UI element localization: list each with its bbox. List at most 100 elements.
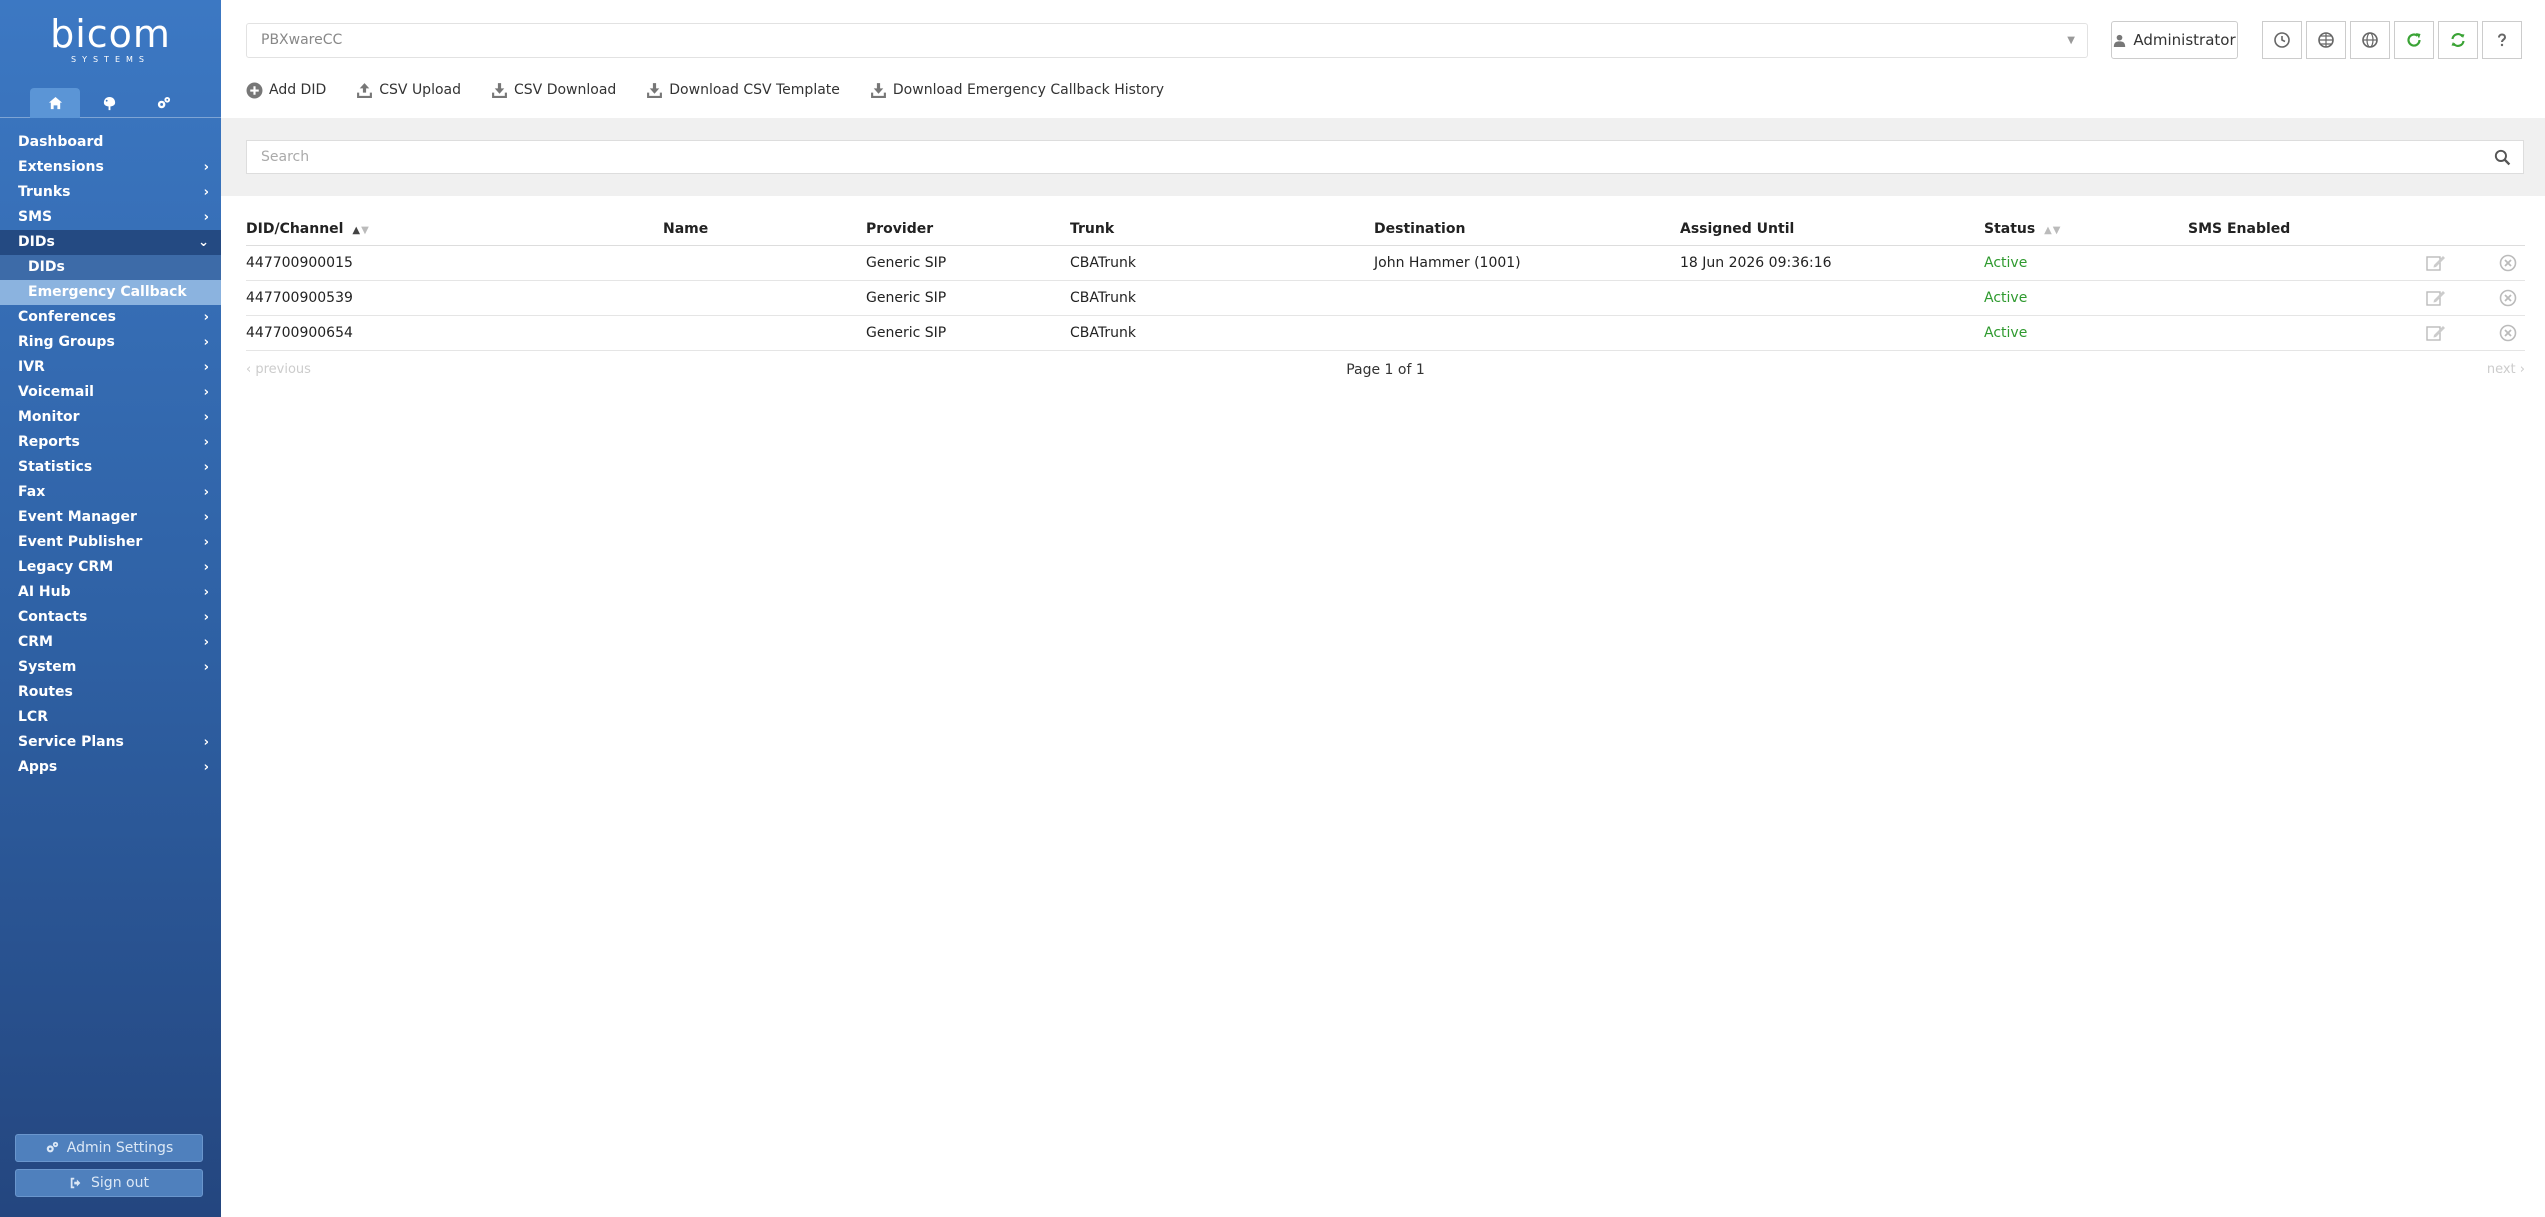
user-menu-button[interactable]: Administrator <box>2111 21 2238 59</box>
table-row[interactable]: 447700900015 Generic SIP CBATrunk John H… <box>246 246 2525 281</box>
bicom-logo[interactable]: bicom SYSTEMS <box>0 0 221 78</box>
sidebar-subitem-dids[interactable]: DIDs <box>0 255 221 280</box>
logo-text: bicom <box>50 11 171 56</box>
sidebar-item-fax[interactable]: Fax › <box>0 480 221 505</box>
chevron-right-icon: › <box>203 485 209 500</box>
sidebar-tabs <box>0 88 221 118</box>
search-icon[interactable] <box>2494 149 2511 166</box>
did-channel-header[interactable]: DID/Channel ▲▼ <box>246 221 370 237</box>
did-cell: 447700900015 <box>246 255 353 271</box>
search-input[interactable] <box>246 140 2524 174</box>
palette-icon <box>103 96 115 110</box>
sync-button[interactable] <box>2438 21 2478 59</box>
sidebar-item-system[interactable]: System › <box>0 655 221 680</box>
globe-icon <box>2362 32 2378 48</box>
admin-settings-button[interactable]: Admin Settings <box>15 1134 203 1162</box>
download-emergency-callback-history-button[interactable]: Download Emergency Callback History <box>870 82 1164 99</box>
sidebar-item-reports[interactable]: Reports › <box>0 430 221 455</box>
provider-cell: Generic SIP <box>866 255 947 271</box>
chevron-right-icon: › <box>203 460 209 475</box>
sidebar-item-crm[interactable]: CRM › <box>0 630 221 655</box>
add-did-button[interactable]: Add DID <box>246 82 326 99</box>
status-cell: Active <box>1984 255 2028 271</box>
delete-icon[interactable] <box>2499 289 2517 307</box>
chevron-right-icon: › <box>203 585 209 600</box>
sidebar-item-label: Fax <box>18 484 46 500</box>
sidebar-item-ivr[interactable]: IVR › <box>0 355 221 380</box>
pagination: ‹ previous Page 1 of 1 next › <box>246 362 2525 382</box>
sidebar-item-lcr[interactable]: LCR <box>0 705 221 730</box>
status-header[interactable]: Status ▲▼ <box>1984 221 2061 237</box>
sidebar-item-label: System <box>18 659 77 675</box>
provider-cell: Generic SIP <box>866 290 947 306</box>
sidebar-item-statistics[interactable]: Statistics › <box>0 455 221 480</box>
sort-icon[interactable]: ▲▼ <box>352 225 369 236</box>
sort-icon[interactable]: ▲▼ <box>2044 225 2061 236</box>
chevron-right-icon: › <box>203 660 209 675</box>
sidebar-item-service-plans[interactable]: Service Plans › <box>0 730 221 755</box>
sidebar-item-contacts[interactable]: Contacts › <box>0 605 221 630</box>
sidebar-item-dids[interactable]: DIDs ⌄ <box>0 230 221 255</box>
settings-tab[interactable] <box>138 88 188 118</box>
next-label: next <box>2486 362 2516 377</box>
upload-icon <box>357 82 373 98</box>
assigned-until-header: Assigned Until <box>1680 220 1795 237</box>
edit-icon[interactable] <box>2426 289 2446 307</box>
download-csv-template-button[interactable]: Download CSV Template <box>646 82 840 99</box>
chevron-right-icon: › <box>203 510 209 525</box>
sms-enabled-header: SMS Enabled <box>2188 220 2291 237</box>
clock-button[interactable] <box>2262 21 2302 59</box>
csv-upload-button[interactable]: CSV Upload <box>356 82 461 99</box>
edit-icon[interactable] <box>2426 254 2446 272</box>
sidebar-item-label: LCR <box>18 709 48 725</box>
palette-tab[interactable] <box>84 88 134 118</box>
network-button[interactable] <box>2306 21 2346 59</box>
plus-circle-icon <box>246 82 263 98</box>
csv-download-button[interactable]: CSV Download <box>491 82 616 99</box>
sidebar-item-label: Voicemail <box>18 384 94 400</box>
chevron-right-icon: › <box>203 335 209 350</box>
language-button[interactable] <box>2350 21 2390 59</box>
csv-download-label: CSV Download <box>514 82 617 98</box>
sidebar-item-label: AI Hub <box>18 584 71 600</box>
sidebar-item-trunks[interactable]: Trunks › <box>0 180 221 205</box>
home-tab[interactable] <box>30 88 80 118</box>
sidebar-item-ai-hub[interactable]: AI Hub › <box>0 580 221 605</box>
tenant-select[interactable]: PBXwareCC ▼ <box>246 23 2088 58</box>
sidebar-item-dashboard[interactable]: Dashboard <box>0 130 221 155</box>
search-band <box>221 118 2545 196</box>
sidebar-item-sms[interactable]: SMS › <box>0 205 221 230</box>
trunk-cell: CBATrunk <box>1070 290 1136 306</box>
sidebar-item-conferences[interactable]: Conferences › <box>0 305 221 330</box>
dids-table: DID/Channel ▲▼ Name Provider Trunk Desti… <box>246 212 2525 351</box>
sidebar-item-voicemail[interactable]: Voicemail › <box>0 380 221 405</box>
sidebar-item-routes[interactable]: Routes <box>0 680 221 705</box>
next-page-link[interactable]: next › <box>2487 362 2525 377</box>
sidebar-item-legacy-crm[interactable]: Legacy CRM › <box>0 555 221 580</box>
sidebar-item-monitor[interactable]: Monitor › <box>0 405 221 430</box>
sidebar-item-label: Event Publisher <box>18 534 143 550</box>
sign-out-button[interactable]: Sign out <box>15 1169 203 1197</box>
user-name: Administrator <box>2133 31 2236 49</box>
help-button[interactable] <box>2482 21 2522 59</box>
destination-cell: John Hammer (1001) <box>1374 255 1521 271</box>
sidebar-item-label: Reports <box>18 434 80 450</box>
table-row[interactable]: 447700900654 Generic SIP CBATrunk Active <box>246 316 2525 351</box>
refresh-icon <box>2407 33 2421 47</box>
sidebar-item-apps[interactable]: Apps › <box>0 755 221 780</box>
sidebar-item-ring-groups[interactable]: Ring Groups › <box>0 330 221 355</box>
delete-icon[interactable] <box>2499 324 2517 342</box>
reload-button[interactable] <box>2394 21 2434 59</box>
delete-icon[interactable] <box>2499 254 2517 272</box>
edit-icon[interactable] <box>2426 324 2446 342</box>
sign-out-label: Sign out <box>91 1175 149 1191</box>
sidebar-item-event-manager[interactable]: Event Manager › <box>0 505 221 530</box>
table-row[interactable]: 447700900539 Generic SIP CBATrunk Active <box>246 281 2525 316</box>
sidebar-item-label: Trunks <box>18 184 71 200</box>
sidebar-item-extensions[interactable]: Extensions › <box>0 155 221 180</box>
sidebar-item-label: IVR <box>18 359 45 375</box>
chevron-right-icon: › <box>203 210 209 225</box>
chevron-right-icon: › <box>203 760 209 775</box>
sidebar-item-event-publisher[interactable]: Event Publisher › <box>0 530 221 555</box>
sidebar-subitem-emergency-callback[interactable]: Emergency Callback <box>0 280 221 305</box>
